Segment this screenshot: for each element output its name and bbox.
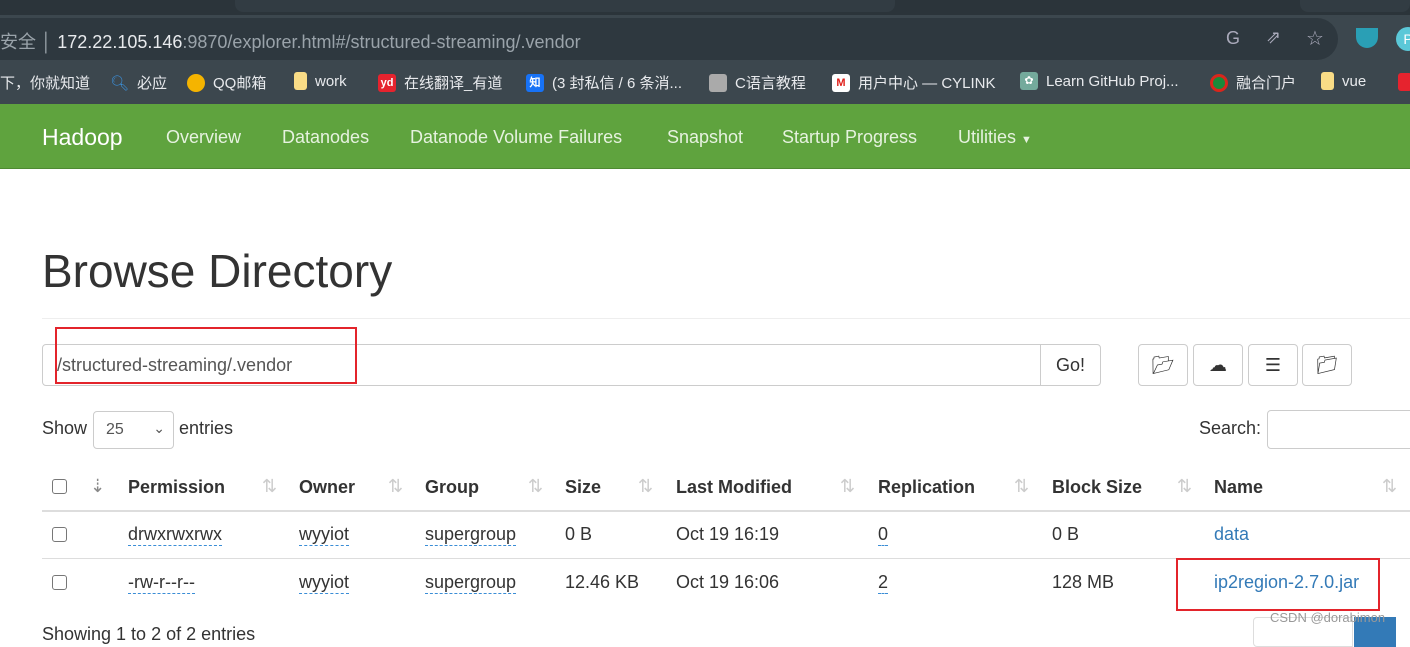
modified-cell: Oct 19 16:06 [676,572,780,592]
security-label: 安全 [0,32,36,52]
watermark: CSDN @dorabimon [1270,610,1386,625]
table-info: Showing 1 to 2 of 2 entries [42,624,256,644]
cloud-upload-icon: ☁ [1209,354,1227,375]
portal-icon [1210,73,1228,92]
sort-icon[interactable]: ⇅ [638,476,653,497]
block-size-cell: 0 B [1052,524,1080,544]
m-logo-icon: M [832,73,850,92]
nav-utilities[interactable]: Utilities ▼ [958,127,1032,148]
bookmark-item[interactable]: QQ邮箱 [187,72,266,93]
nav-startup-progress[interactable]: Startup Progress [782,127,917,148]
size-cell: 0 B [565,524,593,544]
url-text[interactable]: 安全 │ 172.22.105.146:9870/explorer.html#/… [0,28,581,54]
go-button[interactable]: Go! [1040,344,1101,386]
page-size-select[interactable]: 25 ⌄ [93,411,174,449]
create-directory-button[interactable]: 📂︎ [1138,344,1188,386]
nav-volume-failures[interactable]: Datanode Volume Failures [410,127,622,148]
search-input[interactable] [1267,410,1410,449]
header-name[interactable]: Name [1214,477,1263,498]
folder-icon [1321,72,1334,90]
bookmark-item[interactable]: 🔍︎ 必应 [110,72,167,93]
brand[interactable]: Hadoop [42,124,123,151]
bookmark-icon[interactable] [1398,73,1410,91]
upload-button[interactable]: ☁ [1193,344,1243,386]
folder-icon [294,72,307,90]
header-divider [42,510,1410,512]
sort-icon[interactable]: ⇅ [262,476,277,497]
select-all-checkbox[interactable] [52,479,67,494]
sort-asc-icon[interactable]: ⇣ [90,476,105,497]
url-path: :9870/explorer.html#/structured-streamin… [182,32,581,52]
size-cell: 12.46 KB [565,572,640,592]
url-host: 172.22.105.146 [57,32,183,52]
replication-cell[interactable]: 2 [878,572,889,594]
header-last-modified[interactable]: Last Modified [676,477,792,498]
qq-mail-icon [187,73,205,92]
permission-cell[interactable]: drwxrwxrwx [128,524,222,546]
highlight-box [55,327,357,384]
sort-icon[interactable]: ⇅ [1014,476,1029,497]
show-label: Show [42,418,88,438]
search-label: Search: [1199,418,1262,438]
bookmark-item[interactable]: ✿ Learn GitHub Proj... [1020,72,1179,90]
owner-cell[interactable]: wyyiot [299,572,350,594]
nav-datanodes[interactable]: Datanodes [282,127,369,148]
sort-icon[interactable]: ⇅ [840,476,855,497]
header-owner[interactable]: Owner [299,477,355,498]
bookmark-item[interactable]: work [294,72,347,90]
bookmark-item[interactable]: 融合门户 [1210,72,1296,93]
header-size[interactable]: Size [565,477,601,498]
youdao-icon: yd [378,73,396,92]
header-block-size[interactable]: Block Size [1052,477,1142,498]
sort-icon[interactable]: ⇅ [388,476,403,497]
sort-icon[interactable]: ⇅ [528,476,543,497]
permission-cell[interactable]: -rw-r--r-- [128,572,195,594]
bing-search-icon: 🔍︎ [110,74,130,92]
zhihu-icon: 知 [526,73,544,92]
divider [42,318,1410,319]
row-checkbox[interactable] [52,575,67,590]
owner-cell[interactable]: wyyiot [299,524,350,546]
share-icon[interactable]: ⇗ [1266,27,1281,48]
name-link[interactable]: data [1214,524,1249,545]
group-cell[interactable]: supergroup [425,572,517,594]
sort-icon[interactable]: ⇅ [1177,476,1192,497]
folder-open-icon: 📂︎ [1151,354,1175,375]
bookmark-star-icon[interactable]: ☆ [1306,26,1324,51]
bookmark-item[interactable]: yd 在线翻译_有道 [378,72,502,93]
list-button[interactable]: ☰ [1248,344,1298,386]
bookmark-item[interactable]: 下，你就知道 [0,72,90,93]
list-icon: ☰ [1264,354,1282,375]
entries-label: entries [179,418,234,438]
modified-cell: Oct 19 16:19 [676,524,780,544]
nav-snapshot[interactable]: Snapshot [667,127,743,148]
page-title: Browse Directory [42,245,393,297]
nav-overview[interactable]: Overview [166,127,241,148]
header-group[interactable]: Group [425,477,479,498]
browser-tab-strip [0,0,1410,15]
bookmark-item[interactable]: 知 (3 封私信 / 6 条消... [526,72,682,93]
move-button[interactable]: 📁︎ [1302,344,1352,386]
bookmark-item[interactable]: M 用户中心 — CYLINK [832,72,996,93]
highlight-box [1176,558,1380,611]
bookmark-item[interactable]: C语言教程 [709,72,806,93]
replication-cell[interactable]: 0 [878,524,889,546]
sort-icon[interactable]: ⇅ [1382,476,1397,497]
translate-icon[interactable]: G [1226,28,1240,49]
openai-icon: ✿ [1020,72,1038,90]
header-permission[interactable]: Permission [128,477,225,498]
row-checkbox[interactable] [52,527,67,542]
header-replication[interactable]: Replication [878,477,975,498]
folder-move-icon: 📁︎ [1315,354,1339,375]
chevron-down-icon: ⌄ [153,420,165,436]
caret-down-icon: ▼ [1021,134,1032,146]
shield-icon [709,73,727,92]
block-size-cell: 128 MB [1052,572,1115,592]
group-cell[interactable]: supergroup [425,524,517,546]
bookmark-item[interactable]: vue [1321,72,1366,90]
